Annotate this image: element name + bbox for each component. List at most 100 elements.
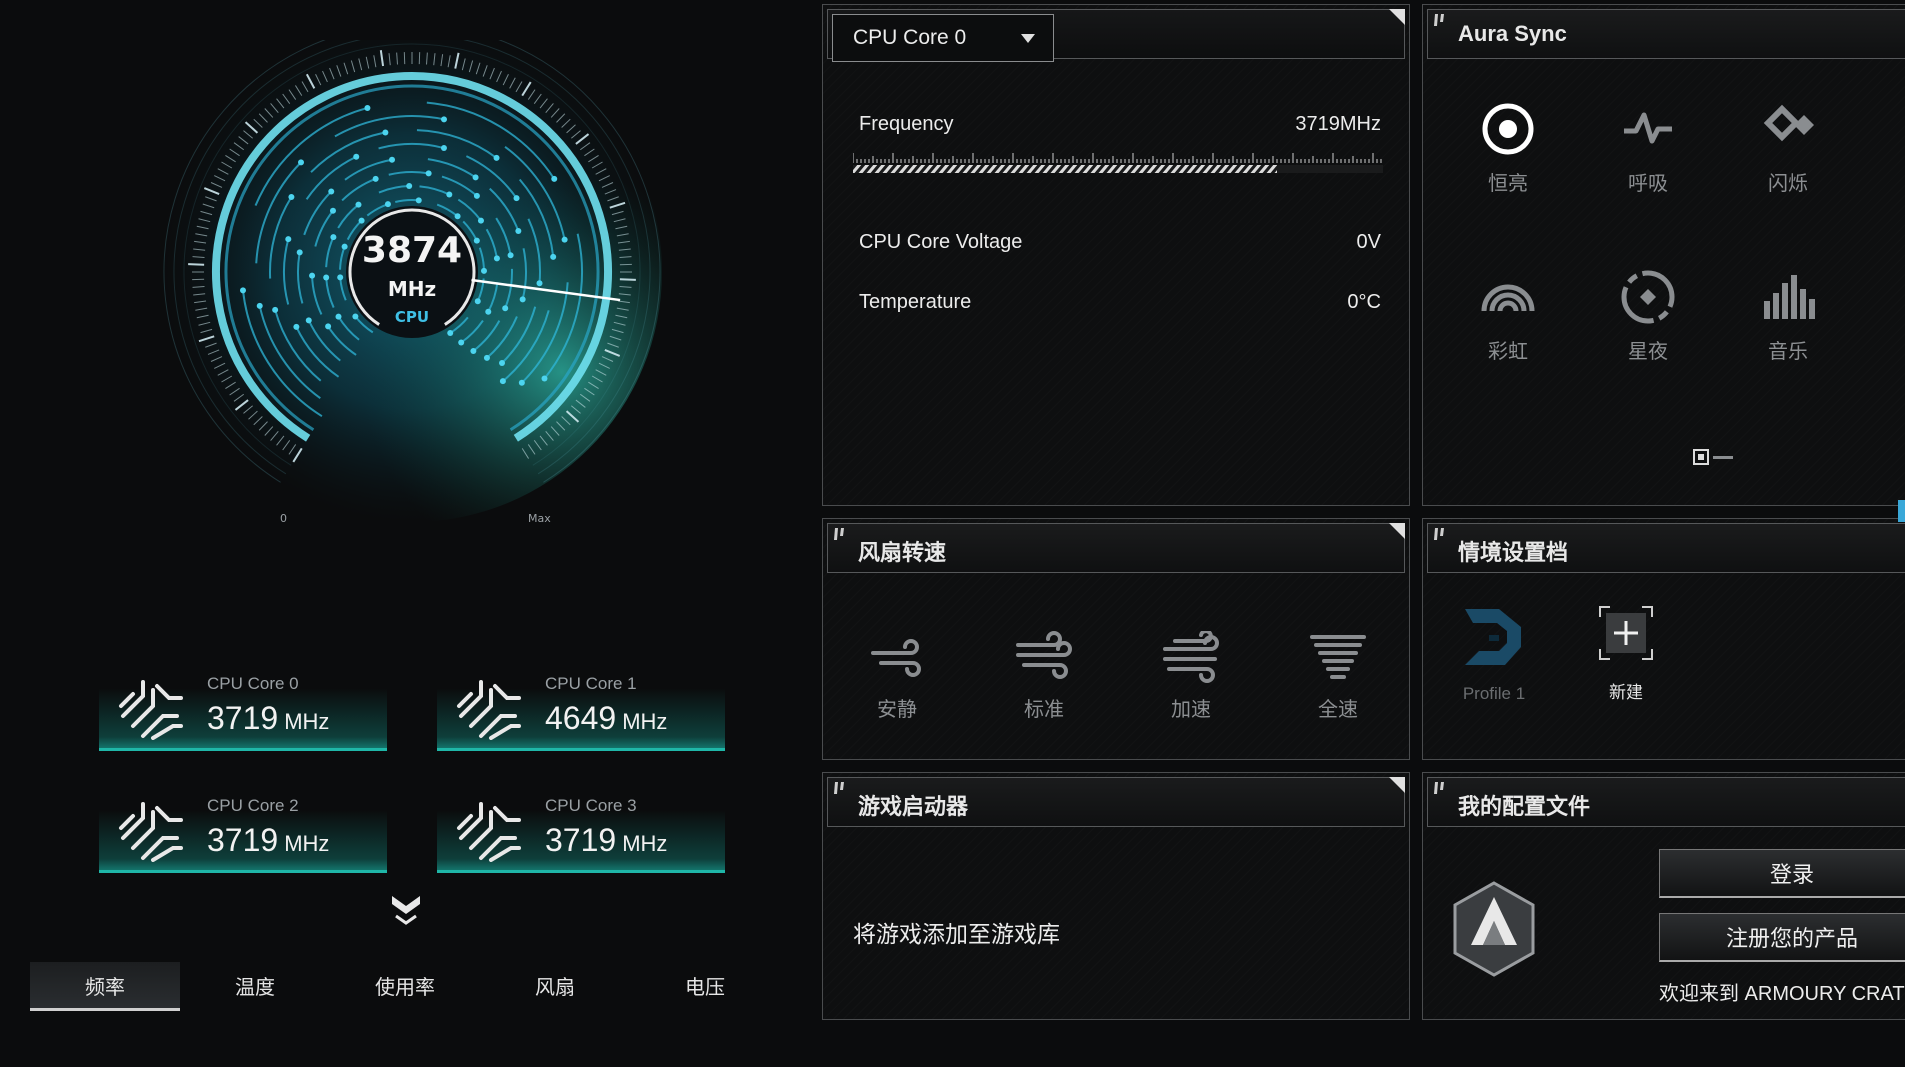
dropdown-value: CPU Core 0 (853, 26, 967, 49)
tab-usage[interactable]: 使用率 (330, 962, 480, 1008)
tab-fan[interactable]: 风扇 (480, 962, 630, 1008)
register-product-button[interactable]: 注册您的产品 (1659, 913, 1905, 962)
temperature-label: Temperature (859, 291, 972, 313)
circuit-node (325, 323, 332, 330)
panel-corner-icon[interactable] (1389, 777, 1405, 793)
pager-dot[interactable] (1713, 456, 1733, 459)
circuit-node (473, 237, 480, 244)
circuit-node (447, 330, 454, 337)
tab-voltage[interactable]: 电压 (630, 962, 780, 1008)
login-label: 登录 (1769, 862, 1814, 887)
side-edge-indicator[interactable] (1898, 500, 1905, 522)
panel-title: 情境设置档 (1458, 540, 1569, 565)
circuit-node (372, 175, 379, 182)
circuit-node (440, 145, 447, 152)
fan-full-speed-icon (1310, 635, 1366, 679)
circuit-node (341, 243, 348, 250)
circuit-node (477, 217, 484, 224)
panel-title: 我的配置文件 (1458, 794, 1591, 819)
circuit-node (425, 170, 432, 177)
core-card-3: CPU Core 3 3719 MHz (437, 778, 725, 873)
aura-mode-starry-night[interactable]: 星夜 (1593, 269, 1703, 364)
core-card-0: CPU Core 0 3719 MHz (99, 656, 387, 751)
mode-label: 恒亮 (1488, 173, 1528, 195)
gauge-max-label: Max (528, 512, 551, 525)
fan-mode-label: 全速 (1318, 699, 1358, 721)
circuit-node (285, 236, 292, 243)
cpu-core-dropdown[interactable]: CPU Core 0 (832, 14, 1054, 62)
circuit-node (454, 213, 461, 220)
circuit-node (472, 174, 479, 181)
static-icon (1482, 103, 1534, 155)
header-mark-icon (834, 782, 844, 794)
circuit-node (518, 379, 525, 386)
fan-turbo-icon (1163, 631, 1219, 683)
aura-mode-music[interactable]: 音乐 (1733, 269, 1843, 364)
tab-label: 使用率 (375, 976, 435, 999)
aura-mode-breathing[interactable]: 呼吸 (1593, 101, 1703, 196)
circuit-node (358, 217, 365, 224)
profile-1-item[interactable]: Profile 1 (1449, 605, 1539, 709)
core-name: CPU Core 2 (207, 796, 299, 815)
circuit-node (474, 298, 481, 305)
fan-mode-silent[interactable]: 安静 (837, 631, 957, 722)
core-frequency: 3719 MHz (207, 822, 330, 858)
core-frequency: 3719 MHz (207, 700, 330, 736)
circuit-node (502, 305, 509, 312)
circuit-node (256, 302, 263, 309)
core-frequency: 4649 MHz (545, 700, 668, 736)
expand-chevron-icon[interactable] (388, 890, 424, 928)
gauge-unit: MHz (388, 277, 436, 301)
aura-mode-flash[interactable]: 闪烁 (1733, 101, 1843, 196)
circuit-node (551, 175, 558, 182)
pager-dot-active[interactable] (1693, 449, 1709, 465)
fan-silent-icon (871, 639, 921, 677)
circuit-node (384, 201, 391, 208)
tab-label: 电压 (685, 976, 725, 999)
cpu-core-icon (457, 802, 521, 862)
core-card-2: CPU Core 2 3719 MHz (99, 778, 387, 873)
login-button[interactable]: 登录 (1659, 849, 1905, 898)
circuit-node (483, 354, 490, 361)
aura-mode-rainbow[interactable]: 彩虹 (1453, 269, 1563, 364)
mode-label: 彩 (1873, 167, 1905, 196)
aura-mode-static[interactable]: 恒亮 (1453, 101, 1563, 196)
circuit-node (485, 308, 492, 315)
fan-mode-standard[interactable]: 标准 (984, 631, 1104, 722)
tab-label: 风扇 (535, 976, 575, 999)
circuit-node (561, 236, 568, 243)
panel-corner-icon[interactable] (1389, 523, 1405, 539)
gauge-tick (188, 263, 205, 266)
fan-speed-panel: 风扇转速 安静 标准 加速 全速 (822, 518, 1410, 760)
circuit-node (458, 339, 465, 346)
fan-mode-turbo[interactable]: 加速 (1131, 631, 1251, 722)
voltage-label: CPU Core Voltage (859, 231, 1023, 253)
new-profile-button[interactable]: 新建 (1581, 605, 1671, 709)
temperature-value: 0°C (1347, 291, 1381, 313)
circuit-node (309, 272, 316, 279)
new-profile-label: 新建 (1609, 683, 1643, 702)
core-frequency: 3719 MHz (545, 822, 668, 858)
circuit-node (493, 154, 500, 161)
frequency-label: Frequency (859, 113, 954, 135)
core-name: CPU Core 3 (545, 796, 637, 815)
tab-frequency[interactable]: 频率 (30, 962, 180, 1011)
gauge-min-label: 0 (280, 512, 287, 525)
add-game-link[interactable]: 将游戏添加至游戏库 (853, 915, 1060, 949)
circuit-node (337, 274, 344, 281)
panel-corner-icon[interactable] (1389, 9, 1405, 25)
aura-mode-color-cycle[interactable]: 彩 (1873, 101, 1905, 196)
circuit-node (296, 249, 303, 256)
voltage-value: 0V (1356, 231, 1381, 253)
rainbow-icon (1481, 284, 1535, 312)
core-card-1: CPU Core 1 4649 MHz (437, 656, 725, 751)
cpu-core-icon (119, 802, 183, 862)
gauge-tick (619, 278, 636, 281)
tab-label: 温度 (235, 976, 275, 999)
circuit-node (541, 375, 548, 382)
tab-temperature[interactable]: 温度 (180, 962, 330, 1008)
fan-mode-full-speed[interactable]: 全速 (1278, 631, 1398, 722)
circuit-node (328, 188, 335, 195)
circuit-node (536, 280, 543, 287)
circuit-node (441, 116, 448, 123)
